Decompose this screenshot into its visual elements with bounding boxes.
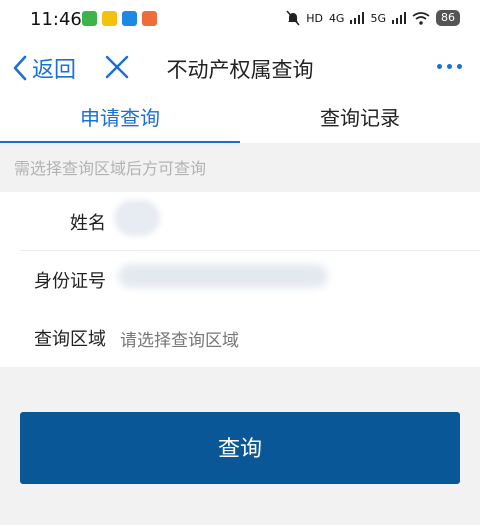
name-label: 姓名 xyxy=(70,213,106,234)
id-label: 身份证号 xyxy=(34,271,106,292)
more-dot xyxy=(447,64,452,69)
page-title: 不动产权属查询 xyxy=(166,58,314,82)
status-time: 11:46 xyxy=(30,9,82,30)
query-form: 姓名 身份证号 查询区域 请选择查询区域 xyxy=(0,192,480,367)
id-value-redacted xyxy=(118,264,328,288)
name-row: 姓名 xyxy=(0,192,480,250)
nav-bar: 返回 不动产权属查询 xyxy=(0,40,480,95)
tab-apply-query[interactable]: 申请查询 xyxy=(0,95,240,143)
battery-icon: 86 xyxy=(436,10,460,26)
signal-5g-icon: 5G xyxy=(370,11,386,25)
signal-icon xyxy=(350,12,365,24)
region-row[interactable]: 查询区域 请选择查询区域 xyxy=(0,308,480,366)
query-button[interactable]: 查询 xyxy=(20,412,460,484)
app-notification-icon xyxy=(142,11,157,26)
status-icons: HD 4G 5G 86 xyxy=(286,10,460,26)
mute-icon xyxy=(286,10,300,26)
more-dot xyxy=(457,64,462,69)
hint-text: 需选择查询区域后方可查询 xyxy=(14,159,207,178)
status-bar: 11:46 HD 4G 5G 86 xyxy=(0,0,480,40)
more-dot xyxy=(437,64,442,69)
hd-icon: HD xyxy=(306,11,323,25)
wifi-icon xyxy=(412,11,430,25)
region-label: 查询区域 xyxy=(34,329,106,350)
app-notification-icon xyxy=(122,11,137,26)
tab-bar: 申请查询 查询记录 xyxy=(0,95,480,143)
more-button[interactable] xyxy=(437,64,462,69)
tab-query-records[interactable]: 查询记录 xyxy=(240,95,480,143)
signal-4g-icon: 4G xyxy=(328,11,345,25)
app-notification-icon xyxy=(102,11,117,26)
app-notification-icon xyxy=(82,11,97,26)
name-value-redacted xyxy=(114,200,160,236)
region-selector[interactable]: 请选择查询区域 xyxy=(120,326,239,351)
signal-icon xyxy=(392,12,406,24)
